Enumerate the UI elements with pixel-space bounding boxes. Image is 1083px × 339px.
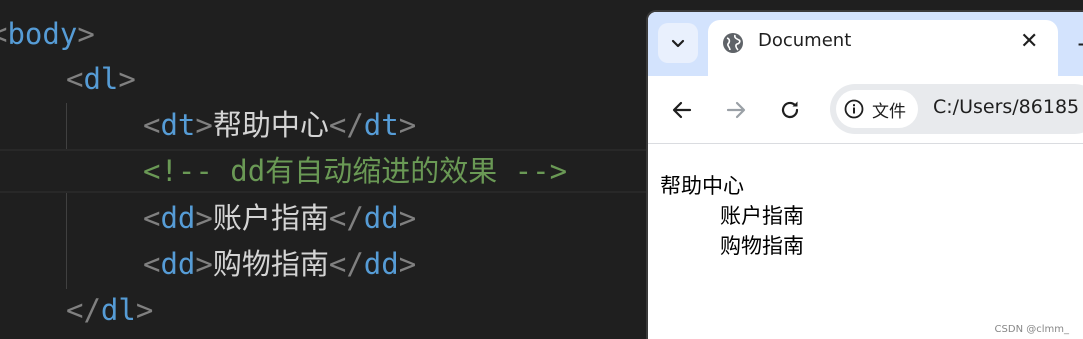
tag-name: dd [160,247,196,281]
element-text: 账户指南 [212,201,329,235]
bracket: > [398,201,417,235]
code-line-comment[interactable]: <!-- dd有自动缩进的效果 --> [0,149,660,193]
bracket: > [118,62,136,96]
chip-label: 文件 [872,101,906,122]
back-icon [672,101,692,119]
browser-toolbar: 文件 C:/Users/86185 [648,76,1083,144]
tag-name: dt [363,108,399,142]
info-icon [844,99,864,119]
code-line-dt[interactable]: <dt>帮助中心</dt> [143,103,416,147]
code-line-dl-open[interactable]: <dl> [66,57,136,101]
new-tab-icon[interactable]: + [1076,30,1083,58]
close-icon[interactable]: ✕ [1020,31,1038,53]
address-bar[interactable]: 文件 C:/Users/86185 [830,84,1083,134]
comment-text: <!-- dd有自动缩进的效果 --> [143,154,568,188]
bracket: > [195,201,213,235]
code-line-dd-1[interactable]: <dd>账户指南</dd> [143,196,416,240]
back-button[interactable] [664,92,700,128]
url-text: C:/Users/86185 [933,96,1080,118]
indent-guide [66,103,67,289]
chevron-down-icon [671,39,685,48]
bracket: > [195,247,213,281]
tab-document[interactable]: Document ✕ [708,20,1058,76]
bracket: > [77,17,95,51]
tag-name: dd [363,201,399,235]
tag-name: dl [83,62,119,96]
element-text: 帮助中心 [212,108,329,142]
code-line-dl-close[interactable]: </dl> [66,288,153,332]
bracket: > [135,293,154,327]
bracket: < [143,201,161,235]
reload-button[interactable] [772,92,808,128]
globe-icon [723,33,743,53]
bracket: </ [328,247,364,281]
code-line-dd-2[interactable]: <dd>购物指南</dd> [143,242,416,286]
bracket: > [195,108,213,142]
bracket: </ [328,108,364,142]
tag-name: dt [160,108,196,142]
bracket: < [66,62,84,96]
code-line-body-open[interactable]: <body> [0,12,95,56]
element-text: 购物指南 [212,247,329,281]
browser-window: Document ✕ + 文件 C:/Users/86185 帮助中心 账户指南… [646,10,1083,339]
tab-strip: Document ✕ + [648,12,1083,76]
reload-icon [781,101,799,119]
bracket: < [143,247,161,281]
forward-icon [726,101,746,119]
tag-name: dl [100,293,136,327]
code-editor[interactable]: <body> <dl> <dt>帮助中心</dt> <!-- dd有自动缩进的效… [0,0,660,339]
bracket: > [398,108,417,142]
dt-help-center: 帮助中心 [660,174,744,198]
bracket: > [398,247,417,281]
watermark: CSDN @clmm_ [994,324,1069,335]
forward-button[interactable] [718,92,754,128]
bracket: < [143,108,161,142]
bracket: </ [328,201,364,235]
dd-item: 购物指南 [720,234,804,258]
tab-title: Document [758,30,852,51]
tag-name: dd [363,247,399,281]
site-info-chip[interactable]: 文件 [836,90,918,128]
dd-item: 账户指南 [720,204,804,228]
tab-search-button[interactable] [658,23,698,63]
tag-name: body [7,17,78,51]
tag-name: dd [160,201,196,235]
bracket: </ [66,293,101,327]
page-content: 帮助中心 账户指南 购物指南 CSDN @clmm_ [648,145,1083,339]
